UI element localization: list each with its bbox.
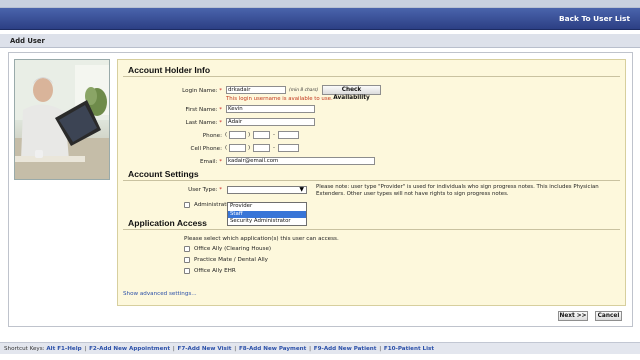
email-label: Email: * bbox=[160, 159, 222, 165]
last-name-input[interactable]: Adair bbox=[226, 118, 315, 126]
email-input[interactable]: kadair@email.com bbox=[226, 157, 375, 165]
user-type-select[interactable]: ▼ bbox=[227, 186, 307, 194]
shortcut-add-appointment[interactable]: F2-Add New Appointment bbox=[89, 346, 170, 352]
app-access-intro: Please select which application(s) this … bbox=[184, 236, 339, 242]
shortcut-add-payment[interactable]: F8-Add New Payment bbox=[239, 346, 306, 352]
required-mark: * bbox=[219, 88, 222, 94]
shortcut-keys-row: Shortcut Keys: Alt F1-Help | F2-Add New … bbox=[4, 346, 434, 352]
user-type-dropdown-list[interactable]: Provider Staff Security Administrator bbox=[227, 202, 307, 226]
account-settings-heading: Account Settings bbox=[128, 169, 199, 179]
cell-phone-label: Cell Phone: bbox=[190, 146, 222, 152]
option-staff[interactable]: Staff bbox=[228, 210, 306, 218]
application-access-heading: Application Access bbox=[128, 218, 207, 228]
shortcut-footer: Shortcut Keys: Alt F1-Help | F2-Add New … bbox=[0, 342, 640, 354]
divider bbox=[123, 76, 620, 77]
administrator-label: Administrati bbox=[194, 202, 228, 208]
user-type-label: User Type: * bbox=[160, 187, 222, 193]
divider bbox=[123, 180, 620, 181]
office-ally-ehr-label: Office Ally EHR bbox=[194, 268, 236, 274]
shortcut-help[interactable]: Alt F1-Help bbox=[46, 346, 81, 352]
cell-line-input[interactable] bbox=[278, 144, 299, 152]
required-mark: * bbox=[219, 120, 222, 126]
login-name-input[interactable]: drkadair bbox=[226, 86, 286, 94]
last-name-label: Last Name: * bbox=[160, 120, 222, 126]
email-label-text: Email: bbox=[200, 159, 218, 165]
cell-prefix-input[interactable] bbox=[253, 144, 270, 152]
practice-mate-checkbox[interactable] bbox=[184, 257, 190, 263]
separator: | bbox=[234, 346, 237, 352]
first-name-label-text: First Name: bbox=[185, 107, 218, 113]
login-hint: (min 8 chars) bbox=[289, 88, 319, 93]
separator: | bbox=[84, 346, 87, 352]
divider bbox=[123, 229, 620, 230]
man-with-laptop-image bbox=[15, 60, 109, 179]
user-photo bbox=[14, 59, 110, 180]
user-type-label-text: User Type: bbox=[188, 187, 218, 193]
option-security-administrator[interactable]: Security Administrator bbox=[228, 218, 306, 226]
top-strip bbox=[0, 0, 640, 8]
top-nav-bar: Back To User List bbox=[0, 8, 640, 30]
phone-dash: - bbox=[273, 132, 275, 138]
office-ally-ehr-checkbox[interactable] bbox=[184, 268, 190, 274]
office-ally-checkbox[interactable] bbox=[184, 246, 190, 252]
availability-message: This login username is available to use. bbox=[226, 96, 333, 102]
shortcut-patient-list[interactable]: F10-Patient List bbox=[384, 346, 434, 352]
cell-dash: - bbox=[273, 145, 275, 151]
section-header: Add User bbox=[0, 34, 640, 48]
office-ally-label: Office Ally (Clearing House) bbox=[194, 246, 272, 252]
section-title: Add User bbox=[10, 37, 45, 45]
provider-note: Please note: user type "Provider" is use… bbox=[316, 184, 599, 197]
account-holder-info-heading: Account Holder Info bbox=[128, 65, 211, 75]
back-to-user-list-link[interactable]: Back To User List bbox=[559, 14, 630, 23]
first-name-input[interactable]: Kevin bbox=[226, 105, 315, 113]
login-name-label: Login Name: * bbox=[160, 88, 222, 94]
cell-paren-close: ) bbox=[248, 145, 251, 151]
login-name-label-text: Login Name: bbox=[182, 88, 218, 94]
phone-line-input[interactable] bbox=[278, 131, 299, 139]
next-button[interactable]: Next >> bbox=[558, 311, 588, 321]
last-name-label-text: Last Name: bbox=[185, 120, 218, 126]
required-mark: * bbox=[219, 187, 222, 193]
cell-area-code-input[interactable] bbox=[229, 144, 246, 152]
cancel-button[interactable]: Cancel bbox=[595, 311, 622, 321]
required-mark: * bbox=[219, 107, 222, 113]
separator: | bbox=[172, 346, 175, 352]
administrator-checkbox[interactable] bbox=[184, 202, 190, 208]
show-advanced-settings-link[interactable]: Show advanced settings... bbox=[123, 291, 197, 297]
cell-paren-open: ( bbox=[225, 145, 228, 151]
phone-paren-open: ( bbox=[225, 132, 228, 138]
phone-paren-close: ) bbox=[248, 132, 251, 138]
first-name-label: First Name: * bbox=[160, 107, 222, 113]
option-provider[interactable]: Provider bbox=[228, 203, 306, 211]
check-availability-button[interactable]: Check Availability bbox=[322, 85, 381, 101]
separator: | bbox=[309, 346, 311, 352]
shortcut-add-patient[interactable]: F9-Add New Patient bbox=[314, 346, 377, 352]
phone-label: Phone: bbox=[202, 133, 222, 139]
chevron-down-icon: ▼ bbox=[299, 186, 304, 193]
shortcut-add-visit[interactable]: F7-Add New Visit bbox=[178, 346, 232, 352]
separator: | bbox=[379, 346, 382, 352]
practice-mate-label: Practice Mate / Dental Ally bbox=[194, 257, 268, 263]
required-mark: * bbox=[219, 159, 222, 165]
phone-area-code-input[interactable] bbox=[229, 131, 246, 139]
phone-prefix-input[interactable] bbox=[253, 131, 270, 139]
shortcut-prefix: Shortcut Keys: bbox=[4, 346, 45, 352]
